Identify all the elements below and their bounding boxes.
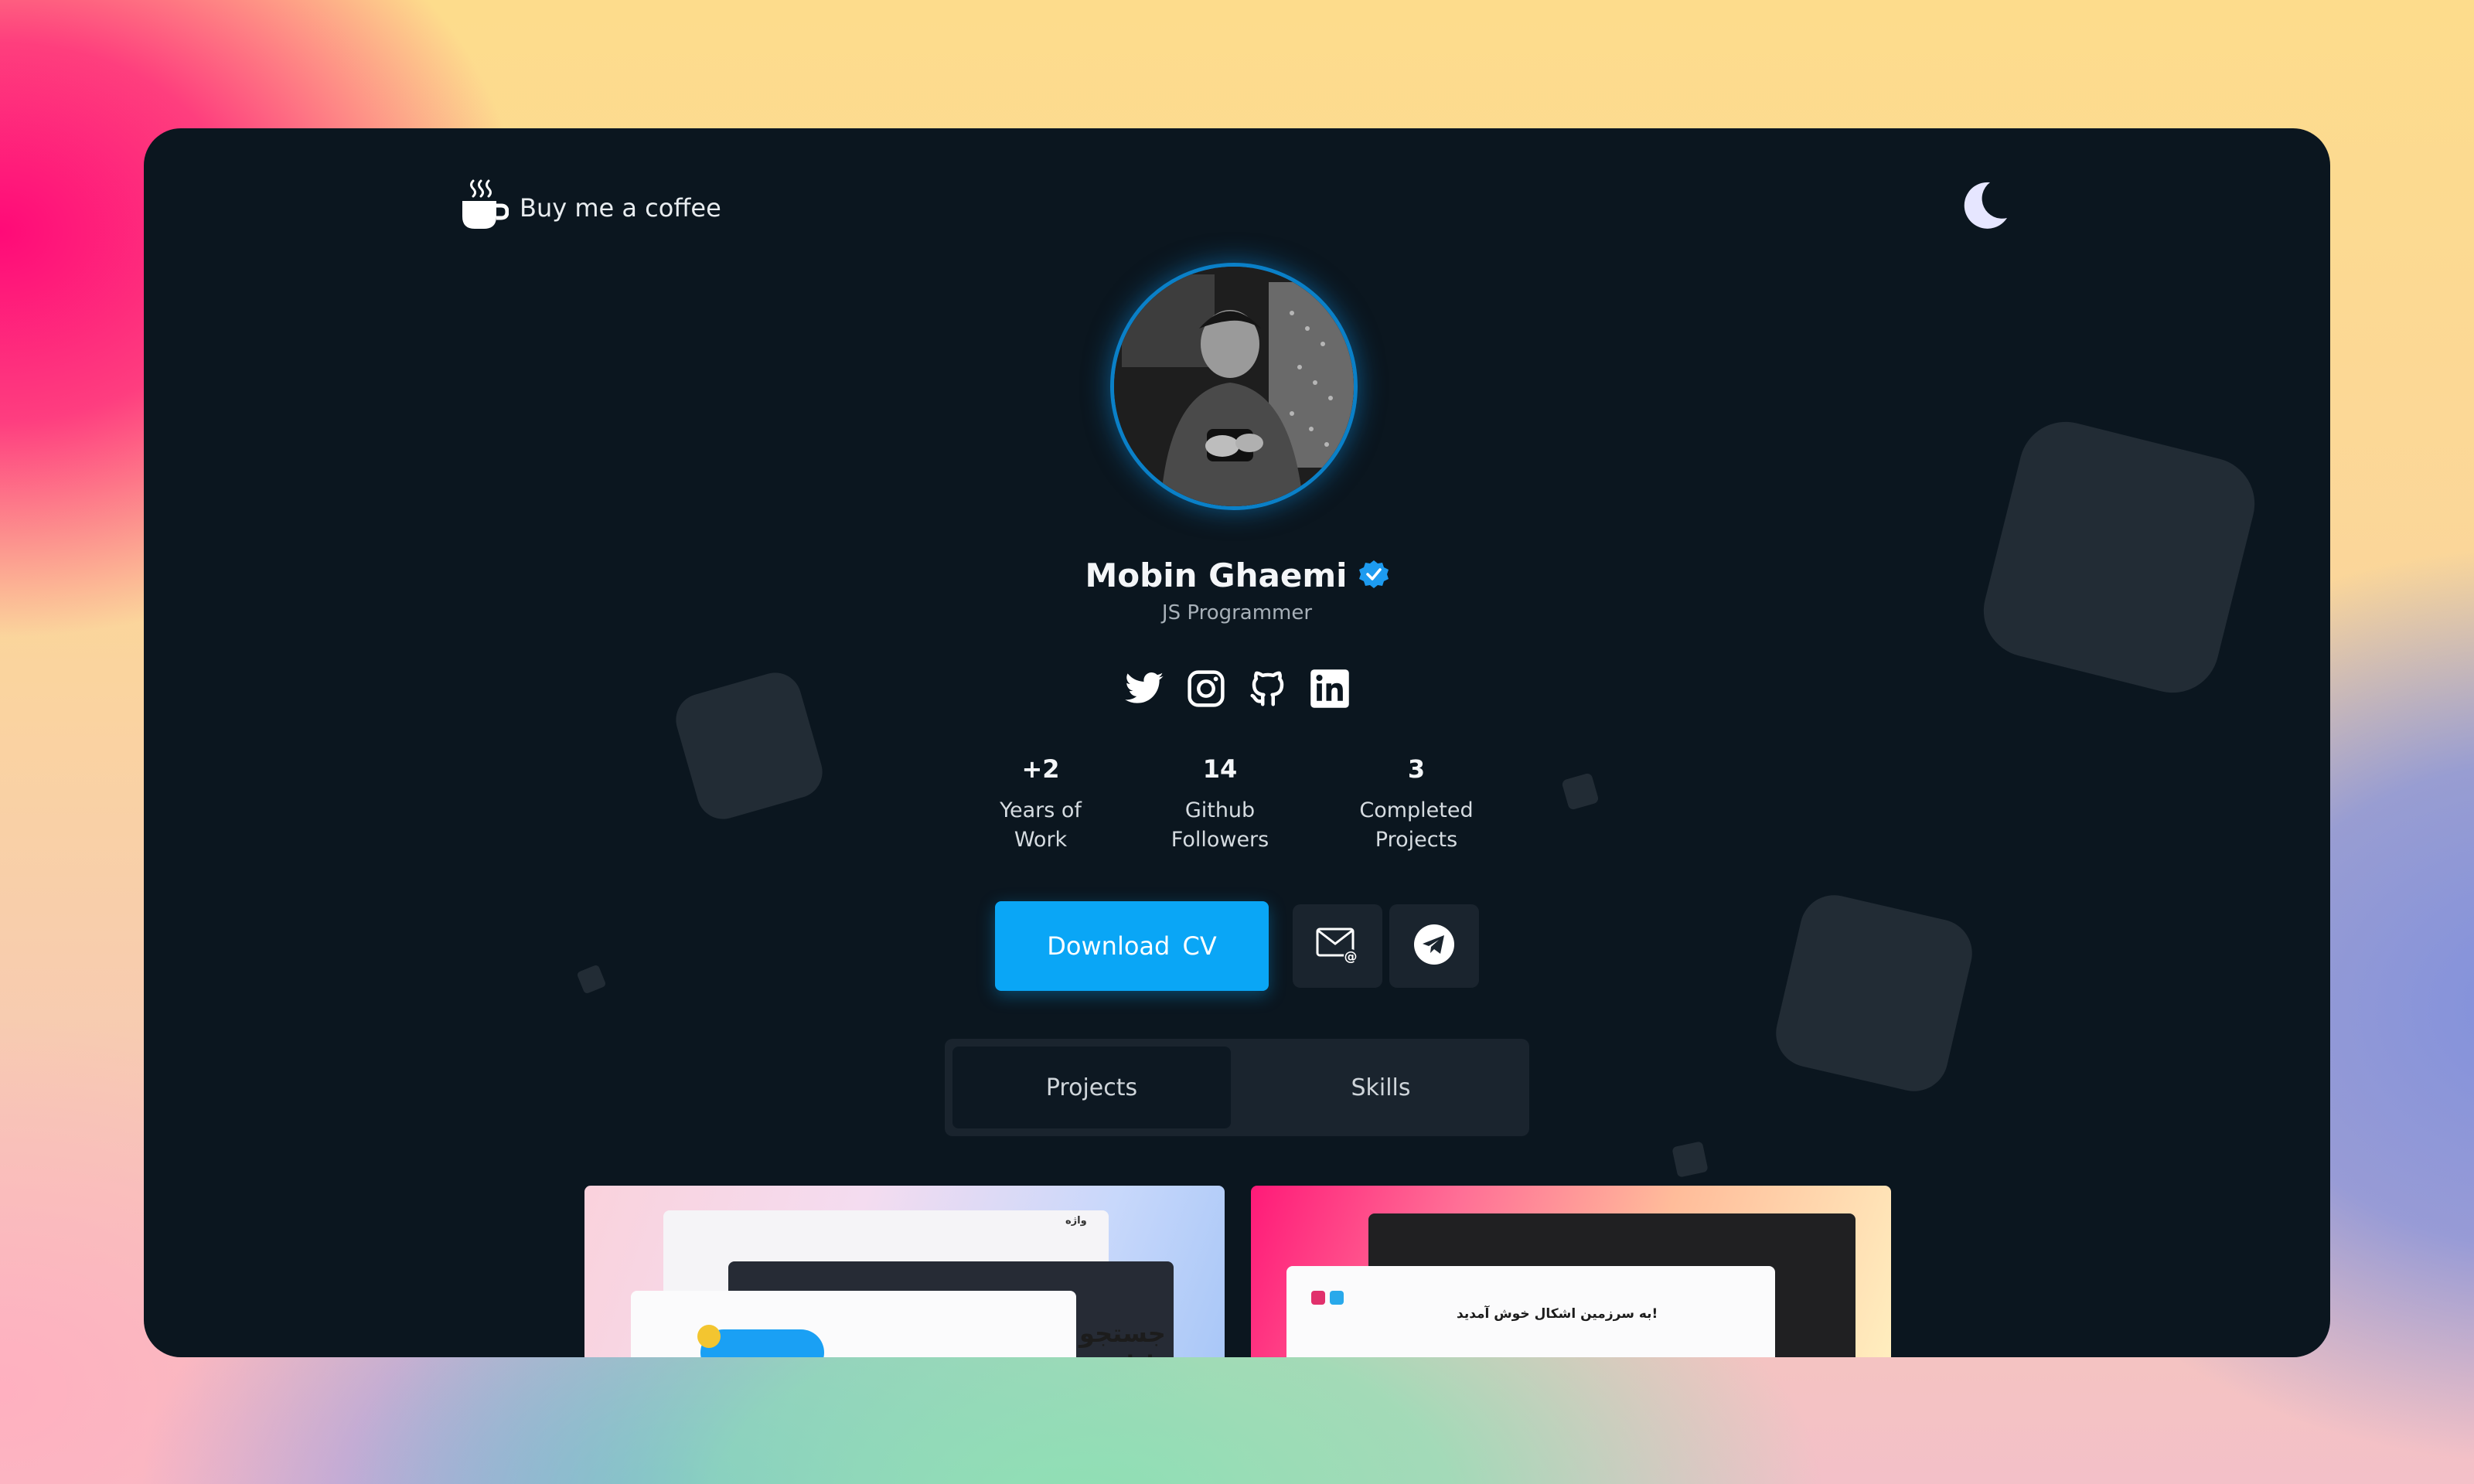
decor-shape <box>1769 888 1979 1098</box>
project-screenshot: به سرزمین اشکال خوش آمدید! <box>1286 1266 1775 1357</box>
email-button[interactable]: @ <box>1293 904 1382 988</box>
stat-projects: 3 Completed Projects <box>1331 754 1501 855</box>
coffee-label: Buy me a coffee <box>520 193 721 223</box>
project-card[interactable]: واژه جستجو هزاران و <box>584 1186 1225 1357</box>
tab-skills[interactable]: Skills <box>1242 1047 1520 1128</box>
social-links <box>144 668 2330 710</box>
decor-shape <box>576 964 607 995</box>
decor-shape <box>1671 1141 1709 1178</box>
stat-label: Github Followers <box>1171 798 1269 852</box>
project-screenshot-front <box>631 1291 1076 1357</box>
decor-shape <box>1561 772 1600 811</box>
project-logo: واژه <box>1065 1215 1087 1227</box>
stat-value: 3 <box>1407 754 1426 784</box>
profile-name: Mobin Ghaemi <box>1085 556 1348 594</box>
email-icon: @ <box>1315 925 1360 967</box>
coffee-cup-icon <box>459 178 509 238</box>
instagram-icon[interactable] <box>1185 668 1227 710</box>
stat-followers: 14 Github Followers <box>1135 754 1305 855</box>
project-heading: جستجو <box>1079 1319 1166 1348</box>
stat-value: +2 <box>1021 754 1060 784</box>
download-cv-button[interactable]: Download CV <box>995 901 1269 991</box>
buy-me-a-coffee-link[interactable]: Buy me a coffee <box>459 178 721 238</box>
telegram-button[interactable] <box>1389 904 1479 988</box>
stat-label: Years of Work <box>1000 798 1082 852</box>
linkedin-icon[interactable] <box>1309 668 1351 710</box>
tab-bar: Projects Skills <box>945 1039 1529 1136</box>
profile-card: Buy me a coffee Mobin Ghaemi JS Programm… <box>144 128 2330 1357</box>
project-subheading: هزاران و <box>1087 1351 1182 1357</box>
avatar <box>1110 263 1358 510</box>
stat-label: Completed Projects <box>1359 798 1474 852</box>
telegram-icon <box>1412 923 1456 969</box>
twitter-icon[interactable] <box>1123 668 1165 710</box>
stat-years: +2 Years of Work <box>956 754 1126 855</box>
svg-text:@: @ <box>1344 949 1358 964</box>
project-heading: به سرزمین اشکال خوش آمدید! <box>1457 1306 1658 1322</box>
moon-icon[interactable] <box>1953 175 2015 237</box>
stat-value: 14 <box>1202 754 1238 784</box>
verified-badge-icon <box>1358 559 1389 593</box>
github-icon[interactable] <box>1247 668 1289 710</box>
profile-name-row: Mobin Ghaemi <box>144 556 2330 594</box>
project-card[interactable]: به سرزمین اشکال خوش آمدید! <box>1251 1186 1891 1357</box>
profile-role: JS Programmer <box>1161 601 1313 625</box>
tab-projects[interactable]: Projects <box>952 1047 1231 1128</box>
